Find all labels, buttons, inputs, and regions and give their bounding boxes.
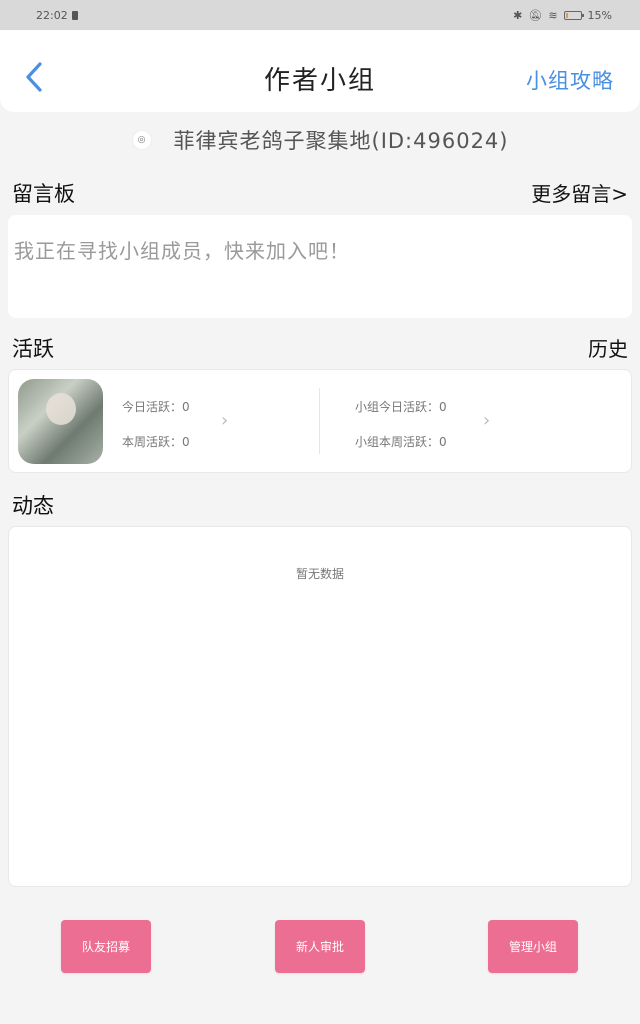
history-link[interactable]: 历史 bbox=[588, 333, 628, 362]
header-bar: 作者小组 小组攻略 bbox=[0, 30, 640, 112]
more-messages-link[interactable]: 更多留言> bbox=[531, 178, 628, 207]
avatar bbox=[18, 379, 103, 464]
wifi-icon: ≋ bbox=[548, 8, 558, 22]
bluetooth-icon: ✱ bbox=[513, 8, 523, 22]
message-board-card[interactable]: 我正在寻找小组成员，快来加入吧！ bbox=[8, 215, 632, 318]
recruit-button[interactable]: 队友招募 bbox=[61, 920, 151, 973]
group-guide-link[interactable]: 小组攻略 bbox=[526, 65, 614, 95]
status-left: 22:02 bbox=[36, 9, 78, 22]
activity-card: 今日活跃：0 本周活跃：0 › 小组今日活跃：0 小组本周活跃：0 › bbox=[8, 369, 632, 473]
lock-icon bbox=[71, 10, 78, 20]
status-right: ✱ 🔕︎ ≋ 15% bbox=[513, 9, 612, 22]
manage-group-button[interactable]: 管理小组 bbox=[488, 920, 578, 973]
divider bbox=[319, 388, 320, 454]
battery-text: 15% bbox=[587, 8, 612, 22]
status-time: 22:02 bbox=[36, 8, 68, 22]
group-info: ◎ 菲律宾老鸽子聚集地(ID:496024) bbox=[0, 124, 640, 156]
feed-title: 动态 bbox=[12, 494, 54, 518]
message-board-title: 留言板 bbox=[12, 182, 75, 206]
week-activity: 本周活跃：0 bbox=[122, 435, 190, 449]
feed-card: 暂无数据 bbox=[8, 526, 632, 887]
battery-level bbox=[565, 12, 568, 18]
group-name: 菲律宾老鸽子聚集地(ID:496024) bbox=[173, 129, 509, 153]
chevron-right-icon: › bbox=[221, 410, 229, 431]
chevron-right-icon: › bbox=[483, 410, 491, 431]
status-bar: 22:02 ✱ 🔕︎ ≋ 15% bbox=[0, 0, 640, 30]
group-icon: ◎ bbox=[131, 130, 152, 150]
activity-title: 活跃 bbox=[12, 337, 54, 361]
battery-icon bbox=[563, 10, 584, 20]
group-today-activity: 小组今日活跃：0 bbox=[355, 400, 447, 414]
today-activity: 今日活跃：0 bbox=[122, 400, 190, 414]
newbie-approval-button[interactable]: 新人审批 bbox=[275, 920, 365, 973]
group-week-activity: 小组本周活跃：0 bbox=[355, 435, 447, 449]
message-board-content: 我正在寻找小组成员，快来加入吧！ bbox=[14, 239, 350, 263]
empty-state: 暂无数据 bbox=[295, 567, 344, 581]
mute-icon: 🔕︎ bbox=[528, 8, 543, 22]
